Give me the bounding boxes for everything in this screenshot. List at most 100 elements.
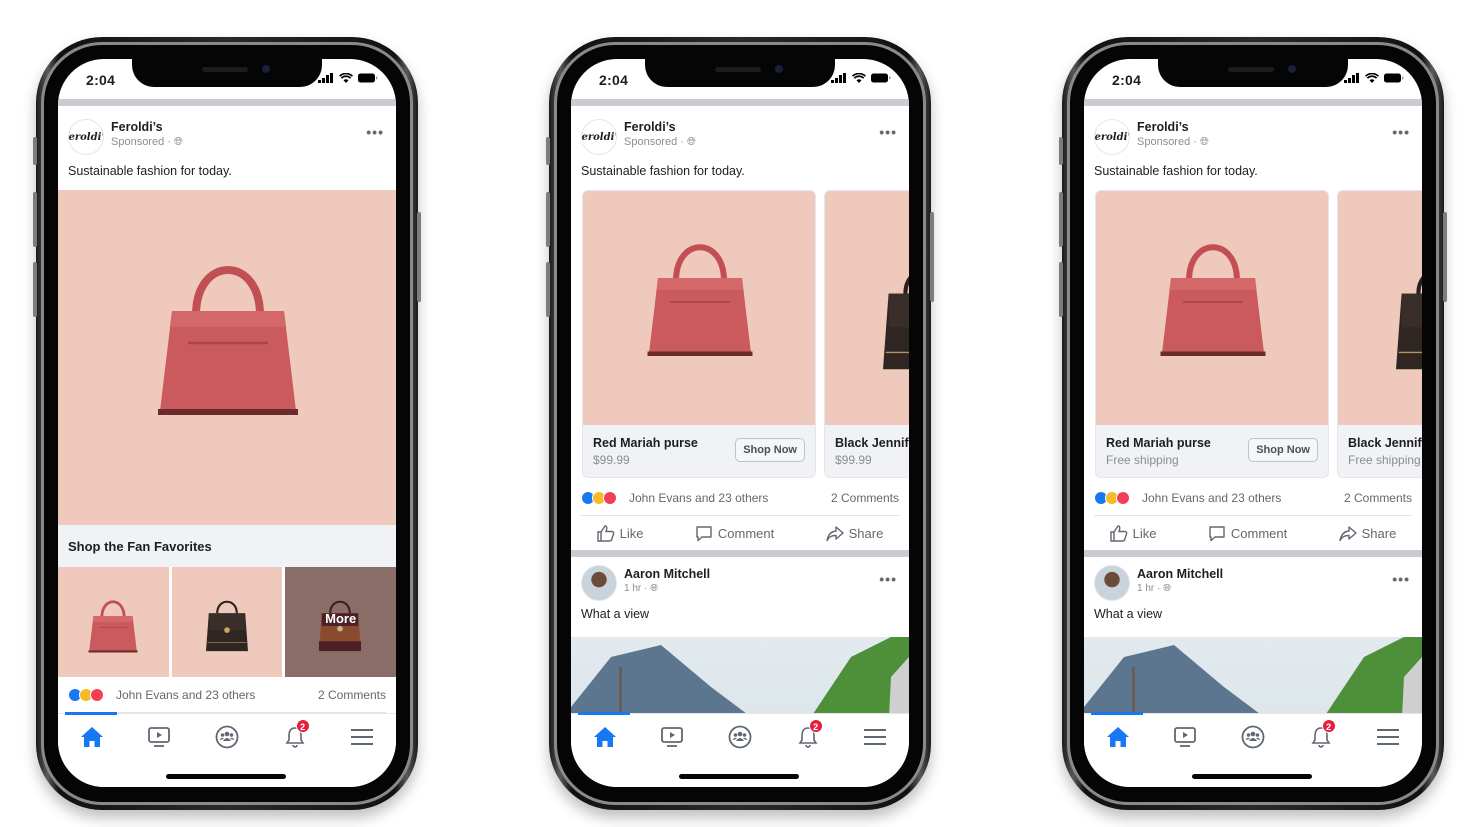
comments-count[interactable]: 2 Comments [831,491,899,505]
post-header: Aaron Mitchell 1 hr · 🌐︎ ••• [1084,557,1422,607]
share-button[interactable]: Share [1338,525,1396,542]
bottom-tab-bar: 2 [571,712,909,787]
landscape-photo[interactable] [1084,637,1422,713]
bottom-tab-bar: 2 [1084,712,1422,787]
wifi-icon [339,73,353,83]
signal-icon [318,73,333,83]
tab-home[interactable] [75,722,109,752]
product-image[interactable] [583,191,815,425]
page-avatar[interactable]: Feroldi's [1094,119,1130,155]
home-indicator[interactable] [679,774,799,779]
comment-button[interactable]: Comment [695,525,774,542]
tab-menu[interactable] [858,722,892,752]
product-carousel[interactable]: Red Mariah purse $99.99 Shop Now Black J… [571,190,909,480]
more-options-icon[interactable]: ••• [1392,124,1410,140]
volume-down-button [546,262,550,317]
post-text: Sustainable fashion for today. [68,164,232,178]
collection-title[interactable]: Shop the Fan Favorites [58,525,396,567]
news-feed[interactable]: Feroldi's Feroldi’s Sponsored · 🌐︎ ••• S… [571,99,909,713]
thumbs-up-icon [596,524,615,542]
battery-icon [871,73,891,83]
tab-groups[interactable] [723,722,757,752]
home-indicator[interactable] [1192,774,1312,779]
product-thumb-black[interactable] [171,567,283,677]
page-name[interactable]: Feroldi’s [111,120,163,134]
comments-count[interactable]: 2 Comments [318,688,386,702]
product-title[interactable]: Red Mariah purse [1106,436,1211,450]
tab-menu[interactable] [1371,722,1405,752]
more-options-icon[interactable]: ••• [879,571,897,587]
tab-home[interactable] [1101,722,1135,752]
news-feed[interactable]: Feroldi's Feroldi’s Sponsored · 🌐︎ ••• S… [1084,99,1422,713]
bottom-tab-bar: 2 [58,712,396,787]
product-image[interactable] [1096,191,1328,425]
post-time[interactable]: 1 hr · [1137,583,1163,594]
product-carousel[interactable]: Red Mariah purse Free shipping Shop Now … [1084,190,1422,480]
user-avatar[interactable] [581,565,617,601]
post-header: Feroldi's Feroldi’s Sponsored · 🌐︎ ••• [58,106,396,164]
tab-menu[interactable] [345,722,379,752]
comment-button[interactable]: Comment [1208,525,1287,542]
sponsored-label: Sponsored · [624,136,687,148]
reactions-summary[interactable]: John Evans and 23 others 2 Comments [68,677,386,713]
product-card[interactable]: Black Jennifer $99.99 [824,190,909,478]
hero-product-image[interactable] [58,190,396,525]
logo-text: Feroldi's [581,131,616,143]
news-feed[interactable]: Feroldi's Feroldi’s Sponsored · 🌐︎ ••• S… [58,99,396,713]
home-indicator[interactable] [166,774,286,779]
tab-watch[interactable] [142,722,176,752]
post-time[interactable]: 1 hr · [624,583,650,594]
product-title[interactable]: Black Jennifer [835,436,909,450]
product-card[interactable]: Red Mariah purse $99.99 Shop Now [582,190,816,478]
tab-notifications[interactable]: 2 [278,719,312,752]
black-purse-image [1368,231,1422,401]
phone-screen: 2:04 Feroldi's Feroldi’s Sponsored · 🌐︎ … [58,59,396,787]
more-options-icon[interactable]: ••• [879,124,897,140]
product-thumb-red[interactable] [58,567,169,677]
like-button[interactable]: Like [596,524,644,542]
notch [132,59,322,87]
product-image[interactable] [1338,191,1422,425]
mountain-image [571,637,909,713]
shop-now-button[interactable]: Shop Now [1248,438,1318,462]
reactions-summary[interactable]: John Evans and 23 others 2 Comments [581,480,899,516]
share-button[interactable]: Share [825,525,883,542]
tab-home[interactable] [588,722,622,752]
comments-count[interactable]: 2 Comments [1344,491,1412,505]
product-title[interactable]: Red Mariah purse [593,436,698,450]
more-options-icon[interactable]: ••• [366,124,384,140]
product-title[interactable]: Black Jennifer [1348,436,1422,450]
reactions-summary[interactable]: John Evans and 23 others 2 Comments [1094,480,1412,516]
product-card[interactable]: Black Jennifer Free shipping [1337,190,1422,478]
tab-notifications[interactable]: 2 [791,719,825,752]
tab-groups[interactable] [210,722,244,752]
product-card[interactable]: Red Mariah purse Free shipping Shop Now [1095,190,1329,478]
shop-now-button[interactable]: Shop Now [735,438,805,462]
tab-groups[interactable] [1236,722,1270,752]
user-name[interactable]: Aaron Mitchell [1137,567,1223,581]
product-image[interactable] [825,191,909,425]
user-name[interactable]: Aaron Mitchell [624,567,710,581]
love-reaction-icon [90,688,104,702]
page-avatar[interactable]: Feroldi's [68,119,104,155]
power-button [930,212,934,302]
user-avatar[interactable] [1094,565,1130,601]
tab-watch[interactable] [655,722,689,752]
landscape-photo[interactable] [571,637,909,713]
home-icon [593,727,616,747]
product-subtitle: Free shipping [1348,453,1421,467]
more-options-icon[interactable]: ••• [1392,571,1410,587]
thumbs-up-icon [1109,524,1128,542]
home-icon [1106,727,1129,747]
page-name[interactable]: Feroldi’s [624,120,676,134]
post-actions: Like Comment Share [1084,516,1422,550]
page-name[interactable]: Feroldi’s [1137,120,1189,134]
volume-down-button [33,262,37,317]
tab-watch[interactable] [1168,722,1202,752]
page-avatar[interactable]: Feroldi's [581,119,617,155]
groups-icon [728,725,752,749]
tab-notifications[interactable]: 2 [1304,719,1338,752]
like-button[interactable]: Like [1109,524,1157,542]
product-thumb-more[interactable]: More [285,567,396,677]
volume-up-button [33,192,37,247]
